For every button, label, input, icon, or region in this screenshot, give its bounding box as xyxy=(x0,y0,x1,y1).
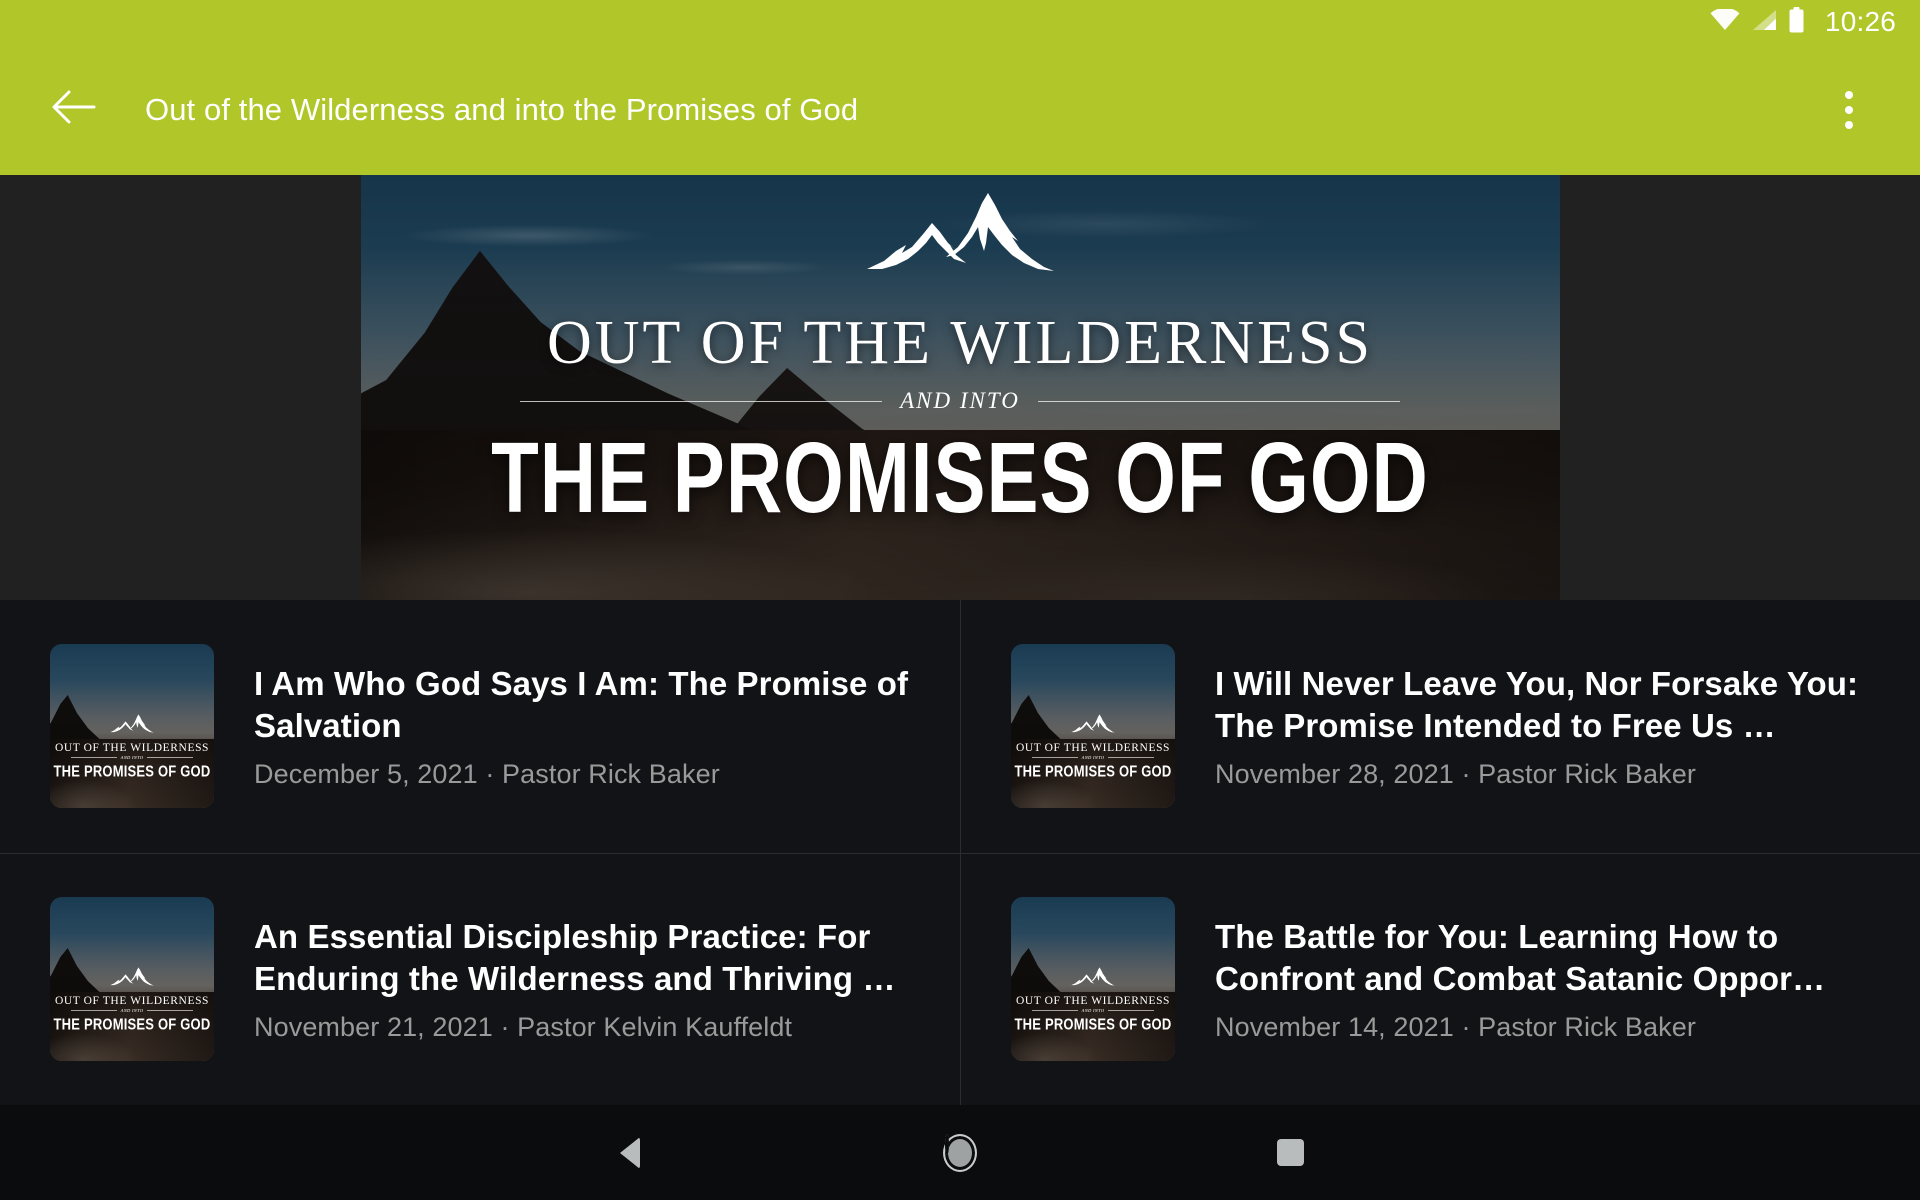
nav-back-icon xyxy=(620,1136,640,1169)
thumb-title-line-2: AND INTO xyxy=(120,1008,144,1014)
sermon-title: I Will Never Leave You, Nor Forsake You:… xyxy=(1215,664,1859,744)
nav-home-icon-fill xyxy=(945,1133,949,1155)
mountain-logo-icon xyxy=(1070,966,1116,991)
cell-signal-icon xyxy=(1751,9,1777,36)
app-root: 10:26 Out of the Wilderness and into the… xyxy=(0,0,1920,1200)
banner-title-line-3: THE PROMISES OF GOD xyxy=(491,420,1429,534)
sermon-meta: November 21, 2021 · Pastor Kelvin Kauffe… xyxy=(254,1011,793,1042)
list-item-text: I Will Never Leave You, Nor Forsake You:… xyxy=(1215,663,1886,790)
hero-section: OUT OF THE WILDERNESS AND INTO THE PROMI… xyxy=(0,175,1920,600)
thumb-title-line-2: AND INTO xyxy=(1081,755,1105,761)
sermon-meta: November 28, 2021 · Pastor Rick Baker xyxy=(1215,758,1696,789)
thumb-title-line-3: THE PROMISES OF GOD xyxy=(1014,762,1172,781)
sermon-thumbnail: OUT OF THE WILDERNESS AND INTO THE PROMI… xyxy=(50,897,214,1062)
thumb-title-line-3: THE PROMISES OF GOD xyxy=(53,762,211,781)
thumb-rule-left xyxy=(1032,1010,1078,1012)
thumb-rule-left xyxy=(71,1010,117,1012)
thumb-divider-row: AND INTO xyxy=(1032,755,1154,761)
sermon-list: OUT OF THE WILDERNESS AND INTO THE PROMI… xyxy=(0,600,1920,1105)
thumb-title-line-2: AND INTO xyxy=(120,755,144,761)
thumb-title-line-2: AND INTO xyxy=(1081,1008,1105,1014)
more-vert-icon-dot-1 xyxy=(1845,90,1853,99)
banner-rule-left xyxy=(520,400,883,402)
sermon-meta: November 14, 2021 · Pastor Rick Baker xyxy=(1215,1011,1696,1042)
thumb-rule-right xyxy=(147,757,193,759)
app-bar: Out of the Wilderness and into the Promi… xyxy=(0,44,1920,175)
thumb-title-line-3: THE PROMISES OF GOD xyxy=(1014,1015,1172,1034)
thumb-content: OUT OF THE WILDERNESS AND INTO THE PROMI… xyxy=(50,897,214,1061)
nav-home-icon xyxy=(943,1133,977,1172)
sermon-thumbnail: OUT OF THE WILDERNESS AND INTO THE PROMI… xyxy=(50,644,214,809)
mountain-logo-icon xyxy=(109,713,155,738)
list-item-text: The Battle for You: Learning How to Conf… xyxy=(1215,916,1886,1043)
nav-back-button[interactable] xyxy=(530,1105,730,1200)
sermon-title: I Am Who God Says I Am: The Promise of S… xyxy=(254,664,909,744)
thumb-title-line-1: OUT OF THE WILDERNESS xyxy=(54,995,210,1008)
mountain-logo-icon xyxy=(1070,713,1116,738)
nav-recents-button[interactable] xyxy=(1190,1105,1390,1200)
thumb-divider-row: AND INTO xyxy=(1032,1008,1154,1014)
thumb-title-line-1: OUT OF THE WILDERNESS xyxy=(54,742,210,755)
list-item[interactable]: OUT OF THE WILDERNESS AND INTO THE PROMI… xyxy=(0,852,960,1106)
nav-home-button[interactable] xyxy=(860,1105,1060,1200)
thumb-content: OUT OF THE WILDERNESS AND INTO THE PROMI… xyxy=(50,644,214,808)
list-item-text: An Essential Discipleship Practice: For … xyxy=(254,916,926,1043)
mountain-logo-icon xyxy=(862,187,1058,278)
banner-rule-right xyxy=(1037,400,1400,402)
sermon-thumbnail: OUT OF THE WILDERNESS AND INTO THE PROMI… xyxy=(1011,644,1175,809)
list-item[interactable]: OUT OF THE WILDERNESS AND INTO THE PROMI… xyxy=(960,852,1920,1105)
status-bar: 10:26 xyxy=(0,0,1920,44)
thumb-divider-row: AND INTO xyxy=(71,755,193,761)
sermon-meta: December 5, 2021 · Pastor Rick Baker xyxy=(254,758,720,789)
series-banner-image[interactable]: OUT OF THE WILDERNESS AND INTO THE PROMI… xyxy=(360,175,1560,600)
thumb-content: OUT OF THE WILDERNESS AND INTO THE PROMI… xyxy=(1011,644,1175,808)
thumb-rule-right xyxy=(147,1010,193,1012)
overflow-menu-button[interactable] xyxy=(1822,78,1876,142)
android-nav-bar xyxy=(0,1105,1920,1200)
sermon-thumbnail: OUT OF THE WILDERNESS AND INTO THE PROMI… xyxy=(1011,897,1175,1062)
thumb-rule-right xyxy=(1108,757,1154,759)
wifi-icon xyxy=(1710,7,1740,36)
mountain-logo-icon xyxy=(109,966,155,991)
list-item-text: I Am Who God Says I Am: The Promise of S… xyxy=(254,663,926,790)
banner-title-line-1: OUT OF THE WILDERNESS xyxy=(547,309,1373,377)
sermon-title: The Battle for You: Learning How to Conf… xyxy=(1215,917,1826,997)
sermon-title: An Essential Discipleship Practice: For … xyxy=(254,917,896,997)
more-vert-icon-dot-3 xyxy=(1845,120,1853,129)
thumb-title-line-3: THE PROMISES OF GOD xyxy=(53,1015,211,1034)
thumb-content: OUT OF THE WILDERNESS AND INTO THE PROMI… xyxy=(1011,897,1175,1061)
thumb-title-line-1: OUT OF THE WILDERNESS xyxy=(1015,742,1171,755)
battery-icon xyxy=(1788,6,1805,38)
more-vert-icon-dot-2 xyxy=(1845,105,1853,114)
thumb-title-line-1: OUT OF THE WILDERNESS xyxy=(1015,995,1171,1008)
list-item[interactable]: OUT OF THE WILDERNESS AND INTO THE PROMI… xyxy=(960,600,1920,853)
thumb-rule-right xyxy=(1108,1010,1154,1012)
thumb-divider-row: AND INTO xyxy=(71,1008,193,1014)
nav-recents-icon xyxy=(1276,1139,1304,1166)
page-title: Out of the Wilderness and into the Promi… xyxy=(145,91,859,127)
banner-title-line-2: AND INTO xyxy=(900,388,1020,413)
back-button[interactable] xyxy=(43,80,103,140)
banner-title-divider-row: AND INTO xyxy=(520,388,1400,414)
list-item[interactable]: OUT OF THE WILDERNESS AND INTO THE PROMI… xyxy=(0,600,960,853)
arrow-back-icon xyxy=(50,88,96,131)
thumb-rule-left xyxy=(1032,757,1078,759)
status-icons: 10:26 xyxy=(1710,6,1896,38)
thumb-rule-left xyxy=(71,757,117,759)
status-clock: 10:26 xyxy=(1824,6,1896,37)
banner-content: OUT OF THE WILDERNESS AND INTO THE PROMI… xyxy=(361,175,1560,600)
